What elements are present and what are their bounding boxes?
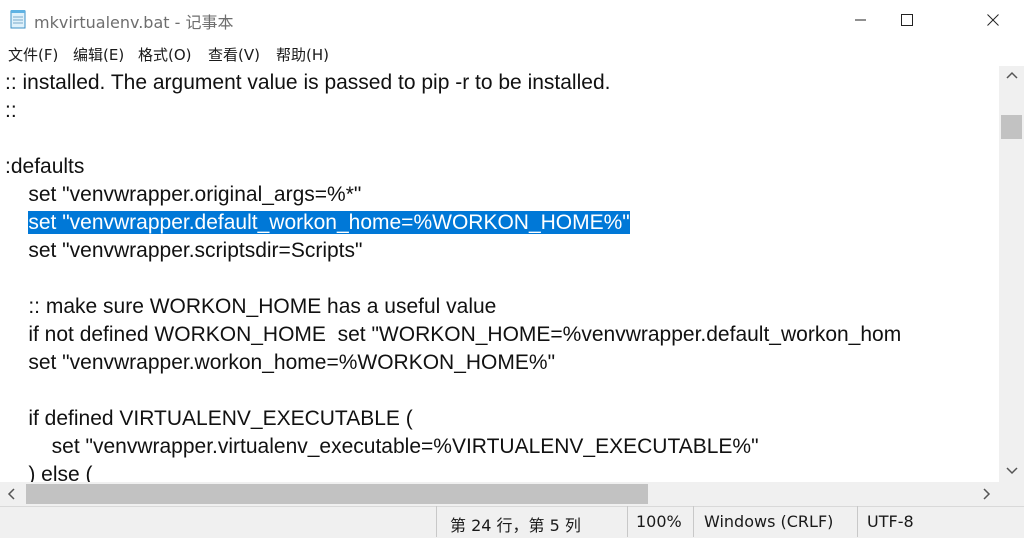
scroll-left-icon[interactable] <box>7 488 15 503</box>
scroll-up-icon[interactable] <box>1006 70 1018 82</box>
minimize-button[interactable] <box>838 0 884 40</box>
text-line: :: make sure WORKON_HOME has a useful va… <box>5 295 497 318</box>
text-line: set "venvwrapper.scriptsdir=Scripts" <box>5 239 363 262</box>
maximize-button[interactable] <box>884 0 930 40</box>
minimize-icon <box>855 11 867 30</box>
menu-edit[interactable]: 编辑(E) <box>73 44 124 65</box>
text-line: set "venvwrapper.original_args=%*" <box>5 183 362 206</box>
notepad-icon <box>10 9 26 29</box>
scroll-right-icon[interactable] <box>983 488 991 503</box>
text-line: :: <box>5 99 17 122</box>
line-ending: Windows (CRLF) <box>704 512 834 531</box>
vertical-scroll-thumb[interactable] <box>1001 115 1022 139</box>
text-line: :: installed. The argument value is pass… <box>5 71 611 94</box>
cursor-position: 第 24 行，第 5 列 <box>450 516 581 535</box>
text-line: set "venvwrapper.workon_home=%WORKON_HOM… <box>5 351 556 374</box>
text-editor[interactable]: :: installed. The argument value is pass… <box>0 66 999 482</box>
menu-view[interactable]: 查看(V) <box>208 44 260 65</box>
window-title: mkvirtualenv.bat - 记事本 <box>34 13 234 32</box>
scroll-down-icon[interactable] <box>1006 466 1018 478</box>
text-line: if defined VIRTUALENV_EXECUTABLE ( <box>5 407 413 430</box>
menu-format[interactable]: 格式(O) <box>138 44 192 65</box>
menu-bar: 文件(F) 编辑(E) 格式(O) 查看(V) 帮助(H) <box>0 40 1024 66</box>
selected-text: set "venvwrapper.default_workon_home=%WO… <box>28 211 630 234</box>
status-divider <box>693 506 694 537</box>
text-line: set "venvwrapper.virtualenv_executable=%… <box>5 435 759 458</box>
text-line-selected: set "venvwrapper.default_workon_home=%WO… <box>5 209 630 237</box>
close-button[interactable] <box>970 0 1016 40</box>
status-divider <box>627 506 628 537</box>
scrollbar-corner <box>999 482 1024 506</box>
menu-help[interactable]: 帮助(H) <box>276 44 329 65</box>
status-divider <box>857 506 858 537</box>
maximize-icon <box>901 11 913 30</box>
horizontal-scroll-thumb[interactable] <box>26 484 648 504</box>
status-divider <box>436 506 437 537</box>
title-bar: mkvirtualenv.bat - 记事本 <box>0 0 1024 40</box>
close-icon <box>987 11 999 30</box>
text-line: ) else ( <box>5 463 93 482</box>
encoding: UTF-8 <box>867 512 914 531</box>
menu-file[interactable]: 文件(F) <box>8 44 58 65</box>
text-line: :defaults <box>5 155 85 178</box>
text-line: if not defined WORKON_HOME set "WORKON_H… <box>5 323 902 346</box>
zoom-level: 100% <box>636 512 682 531</box>
